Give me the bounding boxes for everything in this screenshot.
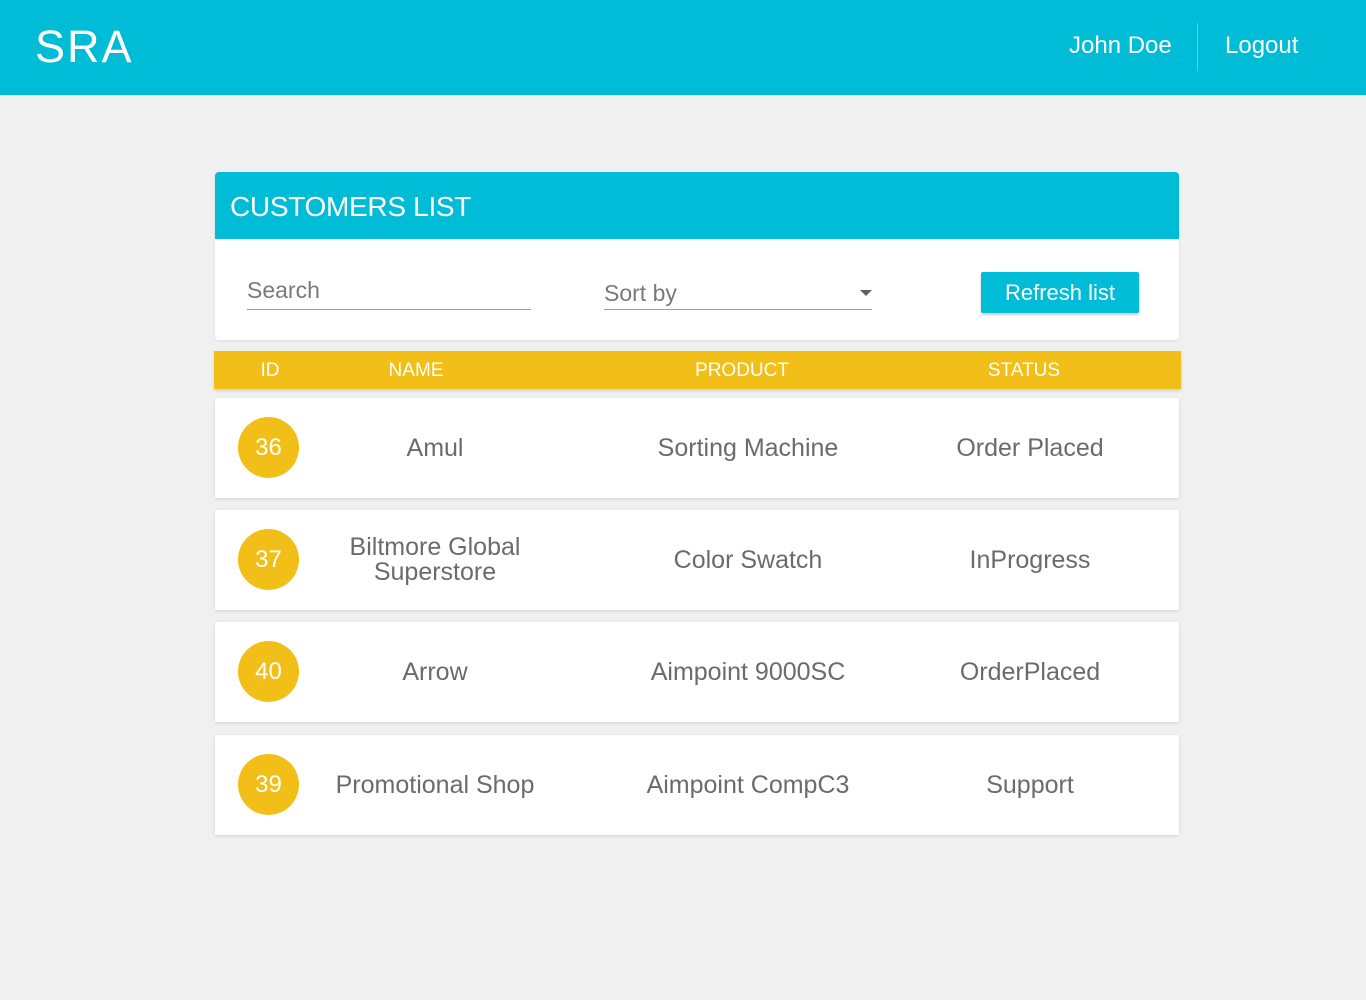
table-row[interactable]: 36 Amul Sorting Machine Order Placed: [215, 398, 1179, 498]
top-navbar: SRA John Doe Logout: [0, 0, 1366, 95]
column-header-product: PRODUCT: [695, 360, 789, 381]
refresh-list-button[interactable]: Refresh list: [981, 272, 1139, 313]
customer-name: Biltmore Global Superstore: [349, 533, 521, 586]
order-status: OrderPlaced: [959, 657, 1101, 686]
order-status: InProgress: [969, 545, 1091, 574]
table-row[interactable]: 40 Arrow Aimpoint 9000SC OrderPlaced: [215, 622, 1179, 722]
id-badge: 36: [238, 417, 299, 478]
product-name: Color Swatch: [673, 545, 823, 574]
table-row[interactable]: 39 Promotional Shop Aimpoint CompC3 Supp…: [215, 735, 1179, 835]
id-badge: 39: [238, 754, 299, 815]
card-header: CUSTOMERS LIST: [215, 172, 1179, 239]
column-header-name: NAME: [388, 360, 444, 381]
sort-by-select[interactable]: Sort by: [604, 274, 872, 310]
order-status: Support: [986, 770, 1074, 799]
page-title: CUSTOMERS LIST: [230, 191, 472, 222]
column-header-id: ID: [260, 360, 280, 381]
order-status: Order Placed: [956, 433, 1104, 462]
table-row[interactable]: 37 Biltmore Global Superstore Color Swat…: [215, 510, 1179, 610]
id-badge: 37: [238, 529, 299, 590]
caret-down-icon: [860, 290, 872, 296]
logout-link[interactable]: Logout: [1225, 31, 1298, 61]
id-badge: 40: [238, 641, 299, 702]
customer-name: Promotional Shop: [335, 770, 535, 799]
app-logo[interactable]: SRA: [35, 22, 134, 72]
sort-by-label: Sort by: [604, 280, 677, 306]
column-header-status: STATUS: [987, 360, 1061, 381]
user-name-link[interactable]: John Doe: [1069, 31, 1172, 61]
customers-list-card: CUSTOMERS LIST Sort by Refresh list: [215, 172, 1179, 340]
product-name: Sorting Machine: [657, 433, 839, 462]
nav-divider: [1197, 23, 1198, 71]
customer-name: Amul: [406, 433, 464, 462]
customer-name: Arrow: [402, 657, 468, 686]
search-input[interactable]: [247, 272, 531, 310]
product-name: Aimpoint 9000SC: [650, 657, 846, 686]
product-name: Aimpoint CompC3: [646, 770, 850, 799]
table-header: ID NAME PRODUCT STATUS: [214, 351, 1181, 389]
